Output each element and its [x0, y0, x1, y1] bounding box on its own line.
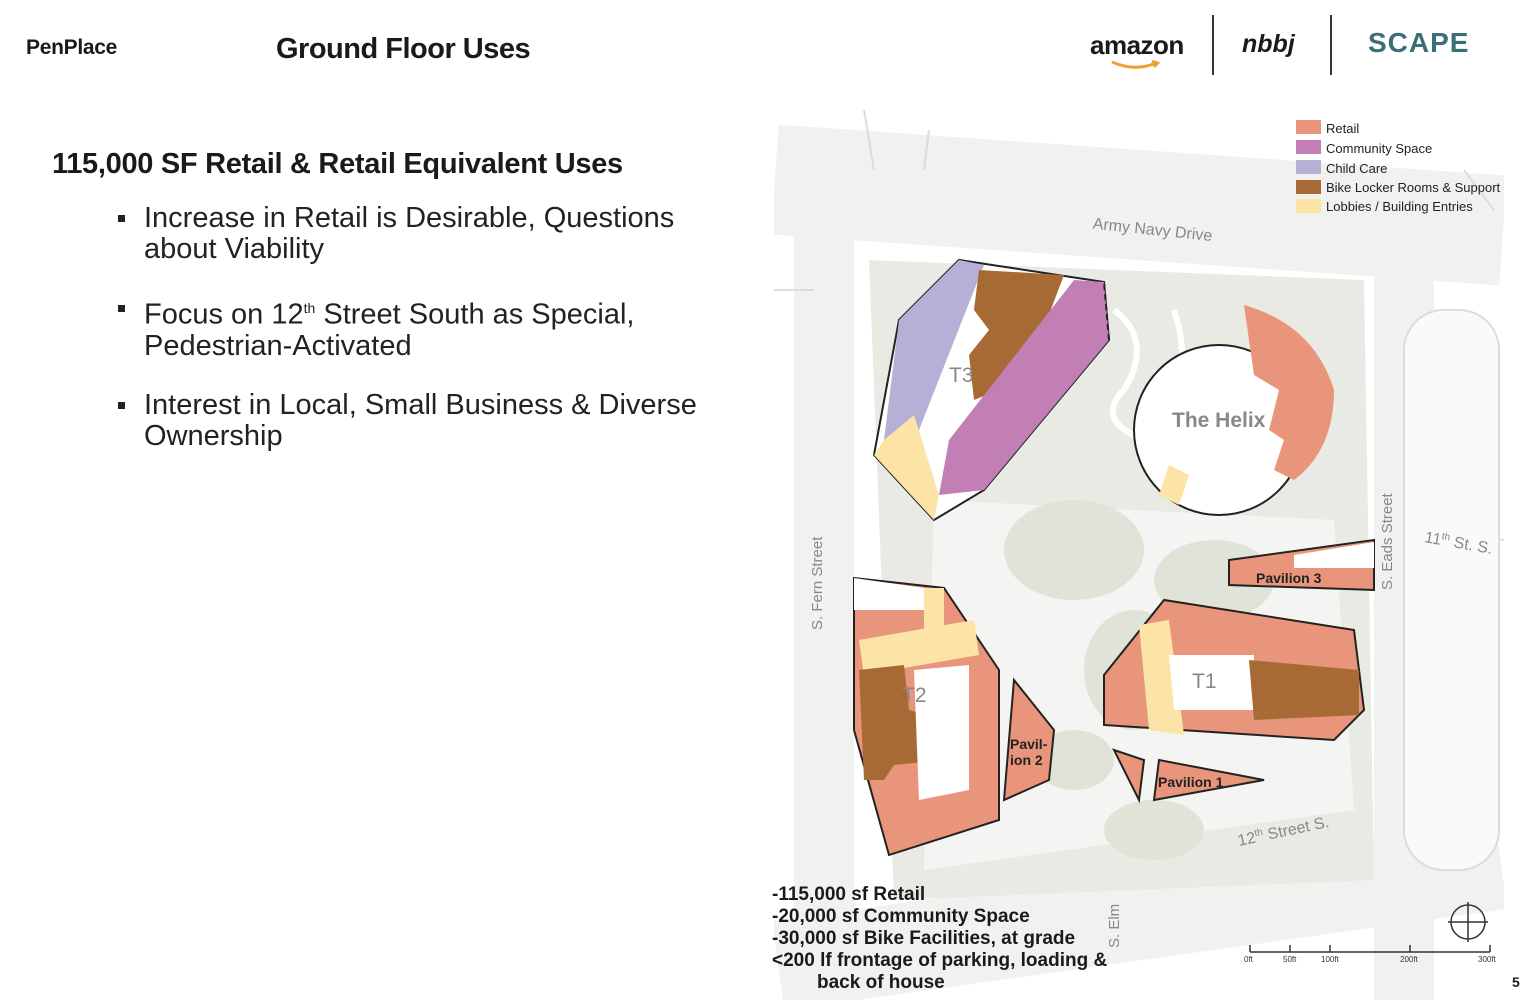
bullet-line: Pedestrian-Activated: [144, 329, 412, 362]
bullet-sup: th: [303, 300, 316, 316]
scale-tick: 100ft: [1321, 955, 1340, 964]
legend-swatch-childcare: [1296, 160, 1321, 174]
bullet-line: Increase in Retail is Desirable, Questio…: [144, 202, 675, 234]
label-t3: T3: [949, 364, 974, 387]
label-pavilion-1: Pavilion 1: [1158, 774, 1224, 790]
street-label-eads: S. Eads Street: [1379, 492, 1396, 590]
label-pavilion-2b: ion 2: [1010, 752, 1043, 768]
bullet-line: Street South as Special,: [315, 298, 635, 331]
bullet-icon: [118, 305, 125, 312]
logo-divider: [1330, 15, 1332, 75]
partner-logos: amazon nbbj SCAPE: [1080, 12, 1500, 76]
label-helix: The Helix: [1172, 409, 1266, 432]
bullet-icon: [118, 401, 125, 409]
nbbj-logo: nbbj: [1242, 30, 1295, 58]
legend-label: Bike Locker Rooms & Support: [1326, 180, 1501, 195]
legend-label: Retail: [1326, 121, 1359, 136]
amazon-logo: amazon: [1090, 30, 1184, 60]
amazon-smile-icon: [1111, 60, 1160, 69]
legend-label: Child Care: [1326, 161, 1387, 176]
stat-line: -20,000 sf Community Space: [772, 906, 1030, 927]
label-t1: T1: [1192, 670, 1217, 693]
scale-tick: 300ft: [1478, 955, 1497, 964]
logo-divider: [1212, 15, 1214, 75]
bullet-item: Interest in Local, Small Business & Dive…: [118, 388, 738, 452]
site-plan-map: Retail Community Space Child Care Bike L…: [774, 110, 1504, 1000]
scale-tick: 200ft: [1400, 955, 1419, 964]
legend-swatch-lobbies: [1296, 199, 1321, 213]
bullet-line: about Viability: [144, 233, 325, 265]
label-pavilion-3: Pavilion 3: [1256, 570, 1322, 586]
page-title: Ground Floor Uses: [276, 33, 531, 65]
bullet-item: Focus on 12th Street South as Special, P…: [118, 293, 738, 362]
scale-tick: 50ft: [1283, 955, 1297, 964]
bullet-line: Focus on 12: [144, 298, 304, 331]
headline: 115,000 SF Retail & Retail Equivalent Us…: [52, 148, 623, 180]
brand-name: PenPlace: [26, 36, 117, 59]
stat-line: -115,000 sf Retail: [772, 884, 926, 905]
label-pavilion-2a: Pavil-: [1010, 736, 1048, 752]
legend-swatch-bike: [1296, 180, 1321, 194]
legend-label: Lobbies / Building Entries: [1326, 199, 1473, 214]
scale-tick: 0ft: [1244, 955, 1254, 964]
stat-line: -30,000 sf Bike Facilities, at grade: [772, 928, 1076, 949]
bullet-item: Increase in Retail is Desirable, Questio…: [118, 203, 738, 265]
legend-swatch-retail: [1296, 120, 1321, 134]
street-label-elm: S. Elm: [1106, 904, 1123, 948]
legend-label: Community Space: [1326, 141, 1432, 156]
street-label-fern: S. Fern Street: [809, 536, 826, 630]
stats-list: -115,000 sf Retail -20,000 sf Community …: [772, 884, 1107, 994]
stat-line: back of house: [817, 972, 945, 993]
bullet-list: Increase in Retail is Desirable, Questio…: [118, 203, 738, 480]
stat-line: <200 lf frontage of parking, loading &: [772, 950, 1108, 971]
bullet-line: Ownership: [144, 419, 283, 452]
scape-logo: SCAPE: [1368, 27, 1470, 58]
bullet-icon: [118, 215, 125, 222]
page-number: 5: [1512, 974, 1520, 990]
legend-swatch-community: [1296, 140, 1321, 154]
label-t2: T2: [902, 684, 927, 707]
bullet-line: Interest in Local, Small Business & Dive…: [144, 388, 697, 421]
